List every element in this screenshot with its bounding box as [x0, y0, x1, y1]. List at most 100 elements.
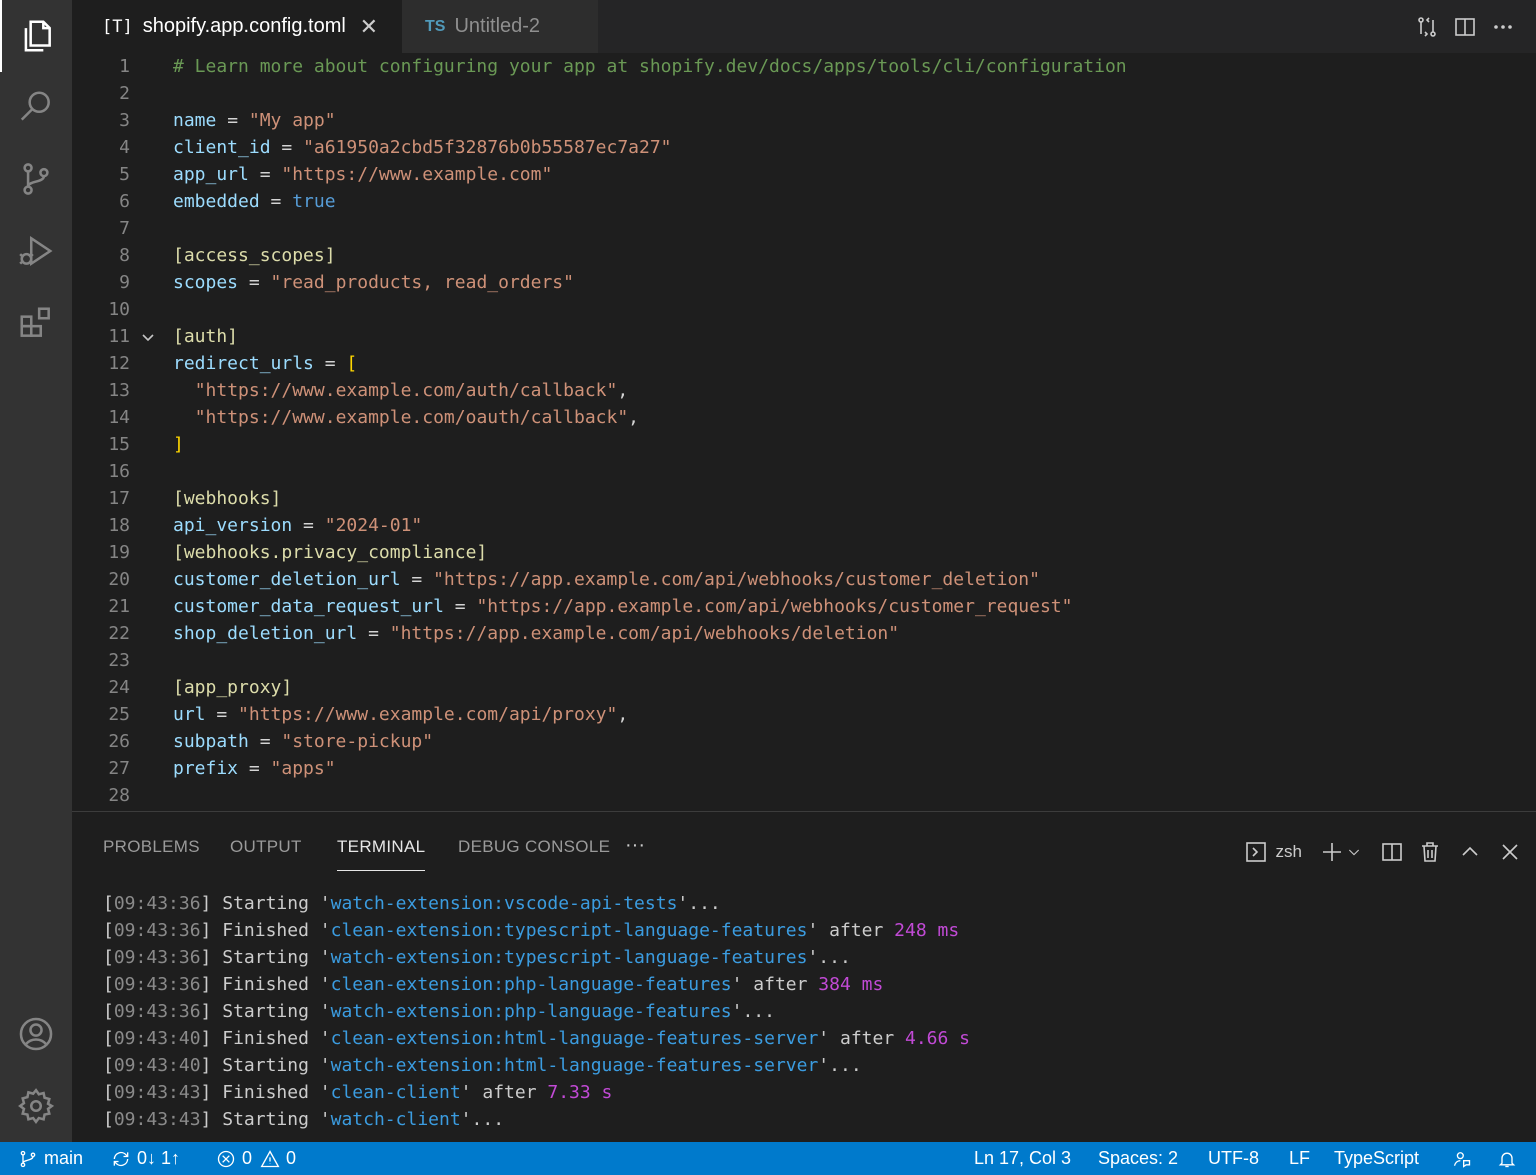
- line-number: 16: [108, 461, 130, 482]
- account-icon[interactable]: [0, 998, 72, 1070]
- code-line[interactable]: 18 api_version = "2024-01": [72, 512, 1536, 539]
- code-line[interactable]: 24 [app_proxy]: [72, 674, 1536, 701]
- run-debug-icon[interactable]: [0, 215, 72, 287]
- log-verb: Starting: [222, 1109, 309, 1130]
- line-number: 15: [108, 434, 130, 455]
- split-terminal-icon[interactable]: [1380, 838, 1404, 866]
- branch-indicator[interactable]: main: [18, 1142, 83, 1175]
- code-line[interactable]: 9 scopes = "read_products, read_orders": [72, 269, 1536, 296]
- code-token: =: [357, 623, 390, 644]
- close-panel-icon[interactable]: [1498, 838, 1522, 866]
- line-number: 8: [119, 245, 130, 266]
- after-word: after: [742, 974, 819, 995]
- panel-tabs: PROBLEMS OUTPUT TERMINAL DEBUG CONSOLE ·…: [72, 812, 1536, 882]
- code-line[interactable]: 3 name = "My app": [72, 107, 1536, 134]
- warning-count: 0: [286, 1148, 297, 1168]
- terminal-output[interactable]: [09:43:36] Starting 'watch-extension:vsc…: [103, 890, 970, 1133]
- line-number: 19: [108, 542, 130, 563]
- code-line[interactable]: 19 [webhooks.privacy_compliance]: [72, 539, 1536, 566]
- split-editor-icon[interactable]: [1446, 8, 1484, 46]
- gear-icon[interactable]: [0, 1070, 72, 1142]
- code-line[interactable]: 11 [auth]: [72, 323, 1536, 350]
- code-token: url: [173, 704, 206, 725]
- line-code: prefix = "apps": [173, 755, 336, 782]
- tab-untitled-2[interactable]: TS Untitled-2: [402, 0, 598, 53]
- code-line[interactable]: 2: [72, 80, 1536, 107]
- encoding[interactable]: UTF-8: [1208, 1142, 1259, 1175]
- code-line[interactable]: 23: [72, 647, 1536, 674]
- code-line[interactable]: 28: [72, 782, 1536, 809]
- code-token: =: [270, 137, 304, 158]
- search-icon[interactable]: [0, 71, 72, 143]
- tab-shopify-config[interactable]: [T] shopify.app.config.toml ✕: [72, 0, 402, 53]
- tab-output[interactable]: OUTPUT: [230, 837, 302, 857]
- code-token: customer_data_request_url: [173, 596, 444, 617]
- cursor-position[interactable]: Ln 17, Col 3: [974, 1142, 1071, 1175]
- indentation[interactable]: Spaces: 2: [1098, 1142, 1178, 1175]
- bracket: ]: [200, 920, 223, 941]
- code-line[interactable]: 15]: [72, 431, 1536, 458]
- open-changes-icon[interactable]: [1408, 8, 1446, 46]
- line-code: [app_proxy]: [173, 674, 292, 701]
- code-line[interactable]: 22 shop_deletion_url = "https://app.examp…: [72, 620, 1536, 647]
- code-line[interactable]: 12 redirect_urls = [: [72, 350, 1536, 377]
- panel-more-button[interactable]: ···: [625, 834, 645, 857]
- fold-chevron-icon[interactable]: [138, 323, 158, 350]
- line-number: 5: [119, 164, 130, 185]
- explorer-icon[interactable]: [0, 0, 72, 72]
- maximize-panel-icon[interactable]: [1458, 838, 1482, 866]
- line-code: subpath = "store-pickup": [173, 728, 433, 755]
- trash-icon[interactable]: [1418, 838, 1442, 866]
- source-control-icon[interactable]: [0, 143, 72, 215]
- code-line[interactable]: 7: [72, 215, 1536, 242]
- line-code: api_version = "2024-01": [173, 512, 422, 539]
- notifications-icon[interactable]: [1497, 1142, 1523, 1175]
- code-line[interactable]: 27 prefix = "apps": [72, 755, 1536, 782]
- code-line[interactable]: 14 "https://www.example.com/oauth/callba…: [72, 404, 1536, 431]
- tab-terminal[interactable]: TERMINAL: [337, 837, 426, 871]
- code-editor[interactable]: 1 # Learn more about configuring your app…: [72, 53, 1536, 811]
- new-terminal-button[interactable]: [1320, 838, 1344, 866]
- terminal-line: [09:43:36] Finished 'clean-extension:typ…: [103, 917, 970, 944]
- quote: ': [308, 947, 331, 968]
- sync-indicator[interactable]: 0↓ 1↑: [111, 1142, 180, 1175]
- code-line[interactable]: 6 embedded = true: [72, 188, 1536, 215]
- extensions-icon[interactable]: [0, 287, 72, 359]
- close-icon[interactable]: ✕: [358, 14, 380, 40]
- code-token: "https://www.example.com/auth/callback": [194, 380, 618, 401]
- code-line[interactable]: 21 customer_data_request_url = "https://a…: [72, 593, 1536, 620]
- code-line[interactable]: 13 "https://www.example.com/auth/callbac…: [72, 377, 1536, 404]
- bracket: ]: [200, 974, 223, 995]
- code-line[interactable]: 1 # Learn more about configuring your app…: [72, 53, 1536, 80]
- code-line[interactable]: 26 subpath = "store-pickup": [72, 728, 1536, 755]
- more-actions-icon[interactable]: [1484, 8, 1522, 46]
- tab-debug-console[interactable]: DEBUG CONSOLE: [458, 837, 610, 857]
- line-code: scopes = "read_products, read_orders": [173, 269, 574, 296]
- code-line[interactable]: 20 customer_deletion_url = "https://app.e…: [72, 566, 1536, 593]
- task-name: clean-extension:php-language-features: [330, 974, 732, 995]
- line-number: 4: [119, 137, 130, 158]
- chevron-down-icon[interactable]: [1346, 838, 1362, 866]
- code-line[interactable]: 25 url = "https://www.example.com/api/pro…: [72, 701, 1536, 728]
- line-number: 1: [119, 56, 130, 77]
- feedback-icon[interactable]: [1452, 1142, 1478, 1175]
- bracket: [: [103, 1055, 114, 1076]
- code-token: "read_products, read_orders": [270, 272, 574, 293]
- line-number: 13: [108, 380, 130, 401]
- problems-indicator[interactable]: 0 0: [216, 1142, 296, 1175]
- code-line[interactable]: 5 app_url = "https://www.example.com": [72, 161, 1536, 188]
- code-line[interactable]: 8 [access_scopes]: [72, 242, 1536, 269]
- code-line[interactable]: 16: [72, 458, 1536, 485]
- code-token: "https://app.example.com/api/webhooks/de…: [389, 623, 900, 644]
- code-line[interactable]: 4 client_id = "a61950a2cbd5f32876b0b55587…: [72, 134, 1536, 161]
- tab-problems[interactable]: PROBLEMS: [103, 837, 200, 857]
- language-mode[interactable]: TypeScript: [1334, 1142, 1419, 1175]
- code-line[interactable]: 17 [webhooks]: [72, 485, 1536, 512]
- code-token: [app_proxy]: [173, 677, 293, 698]
- timestamp: 09:43:36: [113, 947, 201, 968]
- terminal-shell-selector[interactable]: zsh: [1244, 838, 1302, 866]
- sync-counts: 0↓ 1↑: [137, 1148, 181, 1168]
- ellipsis: ...: [471, 1109, 505, 1130]
- line-ending[interactable]: LF: [1289, 1142, 1310, 1175]
- code-line[interactable]: 10: [72, 296, 1536, 323]
